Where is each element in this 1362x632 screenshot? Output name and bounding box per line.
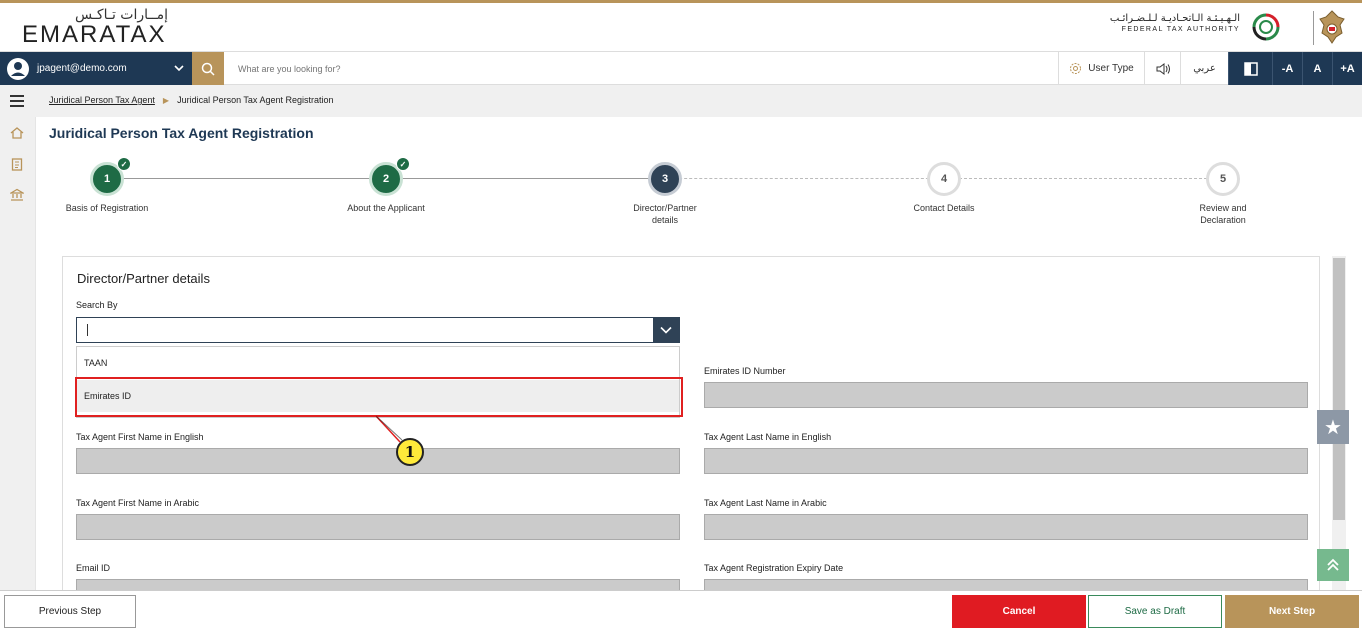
star-icon: ★: [1324, 415, 1342, 439]
user-avatar-icon: [7, 57, 29, 80]
language-toggle[interactable]: عربي: [1180, 52, 1228, 85]
fta-name: الـهـيـئـة الـاتحـاديـة لـلـضـرائـب FEDE…: [1110, 13, 1240, 33]
step-circle: 3: [648, 162, 682, 196]
step-number: 2: [382, 173, 390, 185]
last-name-en-label: Tax Agent Last Name in English: [704, 432, 832, 442]
step-label: Review and Declaration: [1199, 203, 1247, 225]
emirates-id-field[interactable]: [704, 382, 1308, 408]
fta-emblem-icon: [1246, 7, 1286, 51]
step-circle: 1 ✓: [90, 157, 131, 196]
step-label: Contact Details: [913, 203, 975, 213]
first-name-en-label: Tax Agent First Name in English: [76, 432, 204, 442]
top-navbar: jpagent@demo.com User Type عربي -A A +A: [0, 51, 1362, 85]
last-name-en-field[interactable]: [704, 448, 1308, 474]
first-name-ar-label: Tax Agent First Name in Arabic: [76, 498, 200, 508]
user-menu[interactable]: jpagent@demo.com: [0, 52, 192, 85]
uae-falcon-emblem-icon: [1316, 7, 1348, 47]
favorite-star-button[interactable]: ★: [1317, 410, 1349, 444]
step-label: Director/Partner details: [633, 203, 697, 225]
speaker-button[interactable]: [1144, 52, 1180, 85]
email-label: Email ID: [76, 563, 111, 573]
step-label: Basis of Registration: [65, 203, 149, 213]
callout-badge: 1: [396, 438, 424, 466]
scroll-to-top-button[interactable]: [1317, 549, 1349, 581]
contrast-toggle[interactable]: [1228, 52, 1272, 85]
expiry-date-label: Tax Agent Registration Expiry Date: [704, 563, 844, 573]
sidebar: [0, 117, 36, 590]
option-taan[interactable]: TAAN: [77, 347, 679, 379]
last-name-ar-label: Tax Agent Last Name in Arabic: [704, 498, 827, 508]
breadcrumb-separator-icon: ▶: [162, 95, 170, 105]
previous-step-button[interactable]: Previous Step: [4, 595, 136, 628]
breadcrumb-parent-link[interactable]: Juridical Person Tax Agent: [49, 95, 155, 105]
search-button[interactable]: [192, 52, 224, 85]
search-icon: [201, 62, 215, 76]
step-label: About the Applicant: [347, 203, 425, 213]
text-caret: [87, 324, 88, 336]
contrast-icon: [1243, 61, 1258, 76]
navbar-actions: User Type عربي -A A +A: [1058, 52, 1362, 85]
chevron-down-icon[interactable]: [174, 62, 184, 75]
double-chevron-up-icon: [1327, 558, 1339, 571]
chevron-down-icon[interactable]: [653, 318, 679, 342]
font-increase-button[interactable]: +A: [1332, 52, 1362, 85]
highlight-box: [75, 377, 683, 417]
section-title: Director/Partner details: [77, 271, 210, 286]
breadcrumb: Juridical Person Tax Agent ▶ Juridical P…: [49, 95, 333, 105]
header: إمــارات تـاكـس EMARATAX الـهـيـئـة الـا…: [0, 3, 1362, 51]
step-director-partner-details[interactable]: 3 Director/Partner details: [595, 162, 735, 226]
user-type-button[interactable]: User Type: [1058, 52, 1144, 85]
emirates-id-label: Emirates ID Number: [704, 366, 786, 376]
first-name-ar-field[interactable]: [76, 514, 680, 540]
bank-icon[interactable]: [8, 187, 26, 201]
registration-stepper: 1 ✓ Basis of Registration 2 ✓ About the …: [37, 157, 1360, 228]
page-title: Juridical Person Tax Agent Registration: [49, 125, 314, 141]
breadcrumb-current: Juridical Person Tax Agent Registration: [177, 95, 334, 105]
user-type-label: User Type: [1088, 63, 1134, 74]
step-review-and-declaration[interactable]: 5 Review and Declaration: [1153, 162, 1293, 226]
step-circle: 4: [927, 162, 961, 196]
step-circle: 5: [1206, 162, 1240, 196]
font-reset-button[interactable]: A: [1302, 52, 1332, 85]
header-divider: [1313, 11, 1314, 45]
last-name-ar-field[interactable]: [704, 514, 1308, 540]
footer-actions: Previous Step Cancel Save as Draft Next …: [0, 590, 1362, 632]
fta-english: FEDERAL TAX AUTHORITY: [1121, 26, 1240, 33]
check-icon: ✓: [396, 157, 410, 171]
step-number: 4: [940, 173, 948, 185]
search-by-select[interactable]: [76, 317, 680, 343]
user-email: jpagent@demo.com: [37, 63, 127, 74]
next-step-button[interactable]: Next Step: [1225, 595, 1359, 628]
first-name-en-field[interactable]: [76, 448, 680, 474]
step-number: 1: [103, 173, 111, 185]
search-input[interactable]: [230, 52, 1020, 85]
cancel-button[interactable]: Cancel: [952, 595, 1086, 628]
speaker-icon: [1156, 62, 1170, 75]
scrollbar-thumb[interactable]: [1333, 258, 1345, 520]
emaratax-logo[interactable]: إمــارات تـاكـس EMARATAX: [22, 7, 168, 47]
save-as-draft-button[interactable]: Save as Draft: [1088, 595, 1222, 628]
menu-icon[interactable]: [10, 95, 24, 110]
search-by-label: Search By: [76, 300, 118, 310]
logo-english: EMARATAX: [22, 21, 167, 48]
clipboard-icon[interactable]: [10, 156, 24, 171]
check-icon: ✓: [117, 157, 131, 171]
director-partner-card: Director/Partner details Search By TAAN …: [62, 256, 1320, 605]
step-number: 3: [661, 173, 669, 185]
step-number: 5: [1219, 173, 1227, 185]
breadcrumb-bar: Juridical Person Tax Agent ▶ Juridical P…: [0, 85, 1362, 117]
gear-icon: [1070, 63, 1082, 74]
step-basis-of-registration[interactable]: 1 ✓ Basis of Registration: [37, 157, 177, 214]
step-circle: 2 ✓: [369, 157, 410, 196]
font-decrease-button[interactable]: -A: [1272, 52, 1302, 85]
step-about-the-applicant[interactable]: 2 ✓ About the Applicant: [316, 157, 456, 214]
step-contact-details[interactable]: 4 Contact Details: [874, 162, 1014, 214]
fta-arabic: الـهـيـئـة الـاتحـاديـة لـلـضـرائـب: [1109, 13, 1240, 24]
home-icon[interactable]: [10, 125, 24, 139]
